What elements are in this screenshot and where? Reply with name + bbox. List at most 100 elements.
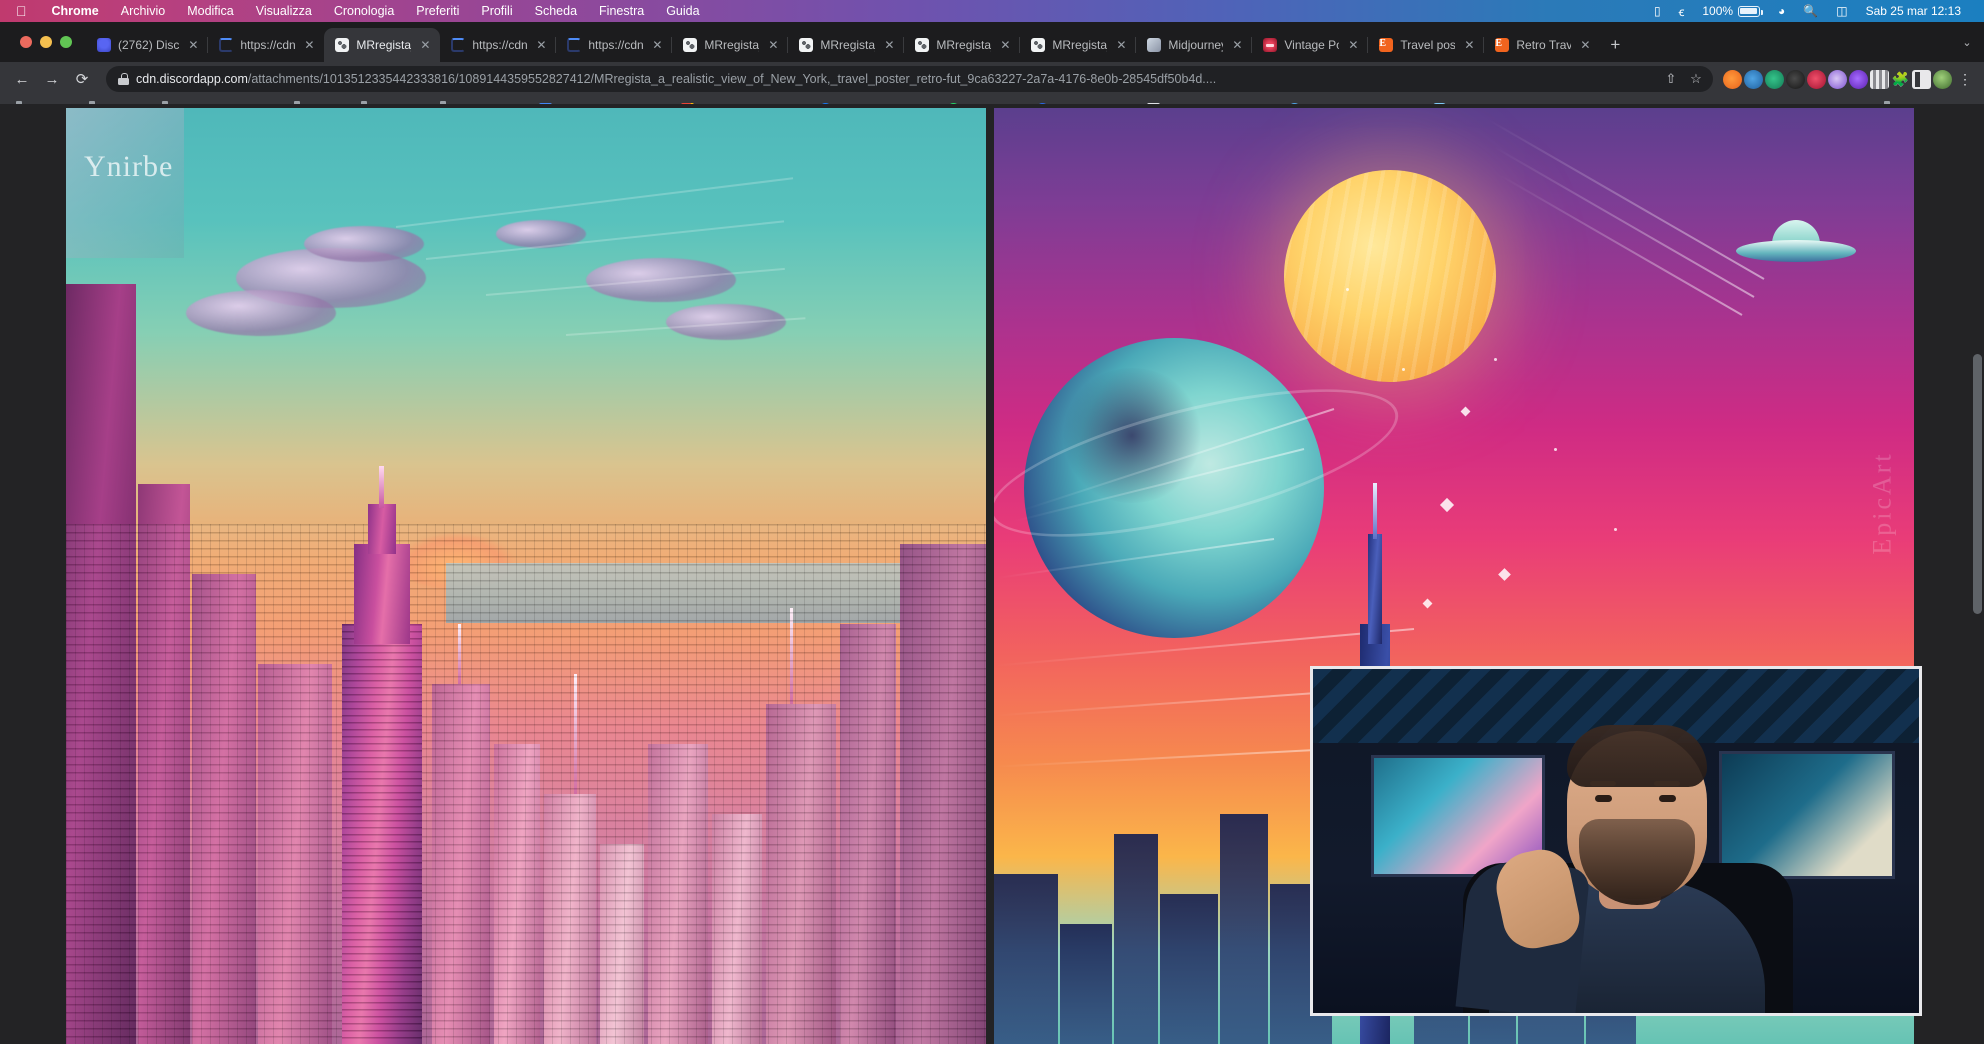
grid-extension-icon[interactable] (1870, 70, 1889, 89)
browser-tab[interactable]: MRregista_ ✕ (1020, 28, 1136, 62)
tab-title: Travel poste (1400, 38, 1455, 52)
tab-close-icon[interactable]: ✕ (766, 38, 780, 52)
monitor-right (1719, 751, 1895, 879)
apple-logo-icon[interactable]:  (0, 4, 41, 18)
menu-item-cronologia[interactable]: Cronologia (323, 4, 405, 18)
globe-icon (335, 38, 349, 52)
dark-circle-extension-icon[interactable] (1786, 70, 1805, 89)
tab-close-icon[interactable]: ✕ (186, 38, 200, 52)
menu-item-guida[interactable]: Guida (655, 4, 710, 18)
tab-close-icon[interactable]: ✕ (998, 38, 1012, 52)
skyline-building (192, 574, 256, 1044)
loading-spinner-icon (567, 38, 581, 52)
address-bar[interactable]: cdn.discordapp.com/attachments/101351233… (106, 66, 1713, 92)
cloud (186, 290, 336, 336)
wifi-icon[interactable]: ◕ (1769, 4, 1794, 18)
menu-item-preferiti[interactable]: Preferiti (405, 4, 470, 18)
reload-button[interactable]: ⟳ (68, 65, 96, 93)
tab-title: MRregista_ (356, 38, 411, 52)
ufo-disc (1736, 240, 1856, 262)
star-dot (1494, 358, 1497, 361)
person-hair (1567, 725, 1707, 787)
tab-close-icon[interactable]: ✕ (418, 38, 432, 52)
forward-button[interactable]: → (38, 65, 66, 93)
puzzle-extensions-icon[interactable]: 🧩 (1891, 70, 1910, 89)
blue-bird-extension-icon[interactable] (1744, 70, 1763, 89)
skyline-building (544, 794, 596, 1044)
browser-tab[interactable]: (2762) Disc ✕ (86, 28, 208, 62)
building-antenna (574, 674, 577, 794)
tab-close-icon[interactable]: ✕ (1230, 38, 1244, 52)
close-button[interactable] (20, 36, 32, 48)
display-icon[interactable]: ▯ (1645, 4, 1670, 18)
green-n-extension-icon[interactable] (1765, 70, 1784, 89)
chrome-browser-chrome: (2762) Disc ✕ https://cdn ✕ MRregista_ ✕… (0, 22, 1984, 104)
purple-blob-extension-icon[interactable] (1849, 70, 1868, 89)
menu-item-scheda[interactable]: Scheda (524, 4, 588, 18)
red-extension-icon[interactable] (1807, 70, 1826, 89)
star-icon[interactable]: ☆ (1687, 71, 1705, 87)
bluetooth-icon[interactable]: ꞓ (1670, 3, 1694, 20)
person-eye-left (1595, 795, 1612, 802)
browser-tab[interactable]: MRregista_ ✕ (672, 28, 788, 62)
minimize-button[interactable] (40, 36, 52, 48)
browser-tab[interactable]: E Retro Trave ✕ (1484, 28, 1600, 62)
menu-item-archivio[interactable]: Archivio (110, 4, 176, 18)
globe-icon (1031, 38, 1045, 52)
zoom-button[interactable] (60, 36, 72, 48)
battery-status[interactable]: 100% (1693, 4, 1769, 18)
browser-tab[interactable]: E Travel poste ✕ (1368, 28, 1484, 62)
empire-state-building (334, 469, 430, 1044)
url-text: cdn.discordapp.com/attachments/101351233… (136, 72, 1655, 86)
browser-tab[interactable]: Vintage Pos ✕ (1252, 28, 1368, 62)
browser-tab[interactable]: MRregista_ ✕ (904, 28, 1020, 62)
tab-close-icon[interactable]: ✕ (302, 38, 316, 52)
building-antenna (790, 608, 793, 704)
menu-item-modifica[interactable]: Modifica (176, 4, 245, 18)
share-icon[interactable]: ⇧ (1662, 71, 1680, 87)
tab-close-icon[interactable]: ✕ (882, 38, 896, 52)
browser-tab-active[interactable]: MRregista_ ✕ (324, 28, 440, 62)
new-york-retro-futuristic-travel-poster[interactable]: Ynirbe (66, 108, 986, 1044)
star-dot (1554, 448, 1557, 451)
tab-close-icon[interactable]: ✕ (1346, 38, 1360, 52)
browser-tab[interactable]: https://cdn ✕ (440, 28, 556, 62)
browser-tab[interactable]: https://cdn ✕ (556, 28, 672, 62)
menu-bar-clock[interactable]: Sab 25 mar 12:13 (1857, 4, 1970, 18)
tab-search-chevron-down-icon[interactable]: ⌄ (1950, 22, 1984, 62)
menu-item-profili[interactable]: Profili (470, 4, 523, 18)
fox-extension-icon[interactable] (1723, 70, 1742, 89)
tab-close-icon[interactable]: ✕ (534, 38, 548, 52)
person-brow-left (1590, 781, 1616, 786)
tab-title: https://cdn (240, 38, 295, 52)
menu-item-finestra[interactable]: Finestra (588, 4, 655, 18)
profile-avatar[interactable] (1933, 70, 1952, 89)
sidepanel-icon[interactable] (1912, 70, 1931, 89)
webcam-overlay[interactable] (1310, 666, 1922, 1016)
browser-tab[interactable]: Midjourney ✕ (1136, 28, 1252, 62)
purple-eye-extension-icon[interactable] (1828, 70, 1847, 89)
back-button[interactable]: ← (8, 65, 36, 93)
three-dot-menu-icon[interactable]: ⋮ (1954, 74, 1976, 84)
tab-title: MRregista_ (1052, 38, 1107, 52)
browser-toolbar: ← → ⟳ cdn.discordapp.com/attachments/101… (0, 62, 1984, 96)
browser-tab[interactable]: https://cdn ✕ (208, 28, 324, 62)
new-tab-button[interactable]: + (1600, 28, 1630, 62)
globe-icon (915, 38, 929, 52)
skyline-building (432, 684, 490, 1044)
star-sparkle-icon (1423, 599, 1433, 609)
tab-close-icon[interactable]: ✕ (1462, 38, 1476, 52)
tab-close-icon[interactable]: ✕ (1114, 38, 1128, 52)
tab-title: MRregista_ (820, 38, 875, 52)
motion-trail (994, 748, 1334, 768)
star-dot (1614, 528, 1617, 531)
tab-close-icon[interactable]: ✕ (650, 38, 664, 52)
menu-item-visualizza[interactable]: Visualizza (245, 4, 323, 18)
tab-close-icon[interactable]: ✕ (1578, 38, 1592, 52)
esb-floors (342, 624, 422, 1044)
page-scrollbar[interactable] (1973, 354, 1982, 614)
menu-item-chrome[interactable]: Chrome (41, 4, 110, 18)
control-center-icon[interactable]: ◫ (1827, 4, 1856, 18)
spotlight-search-icon[interactable]: 🔍 (1794, 4, 1827, 18)
browser-tab[interactable]: MRregista_ ✕ (788, 28, 904, 62)
